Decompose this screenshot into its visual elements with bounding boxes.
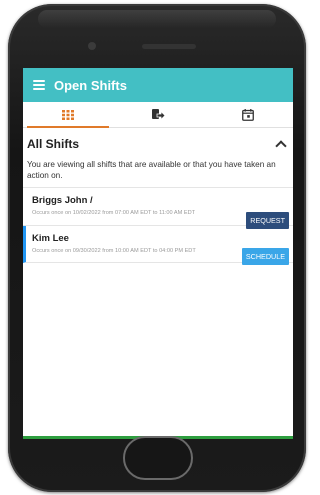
tab-swap-shifts[interactable] xyxy=(113,102,203,127)
shift-employee-name: Briggs John / xyxy=(32,195,93,206)
shift-card[interactable]: Briggs John / Occurs once on 10/02/2022 … xyxy=(23,188,293,229)
shift-card[interactable]: Kim Lee Occurs once on 09/30/2022 from 1… xyxy=(23,225,293,265)
shift-description: Occurs once on 10/02/2022 from 07:00 AM … xyxy=(32,210,196,216)
app-bar: Open Shifts xyxy=(23,68,293,102)
home-button[interactable] xyxy=(123,436,193,480)
calendar-icon xyxy=(242,108,254,121)
shift-employee-name: Kim Lee xyxy=(32,232,69,244)
earpiece-speaker xyxy=(142,44,196,49)
active-tab-indicator xyxy=(27,126,109,128)
swap-shift-icon xyxy=(152,108,165,120)
tab-bar xyxy=(23,102,293,128)
section-title: All Shifts xyxy=(27,137,80,151)
chevron-up-icon[interactable] xyxy=(275,139,287,152)
schedule-button[interactable]: SCHEDULE xyxy=(241,247,289,265)
shift-description: Occurs once on 09/30/2022 from 10:00 AM … xyxy=(32,247,196,254)
front-camera xyxy=(88,42,96,50)
menu-icon[interactable] xyxy=(33,80,45,90)
page-title: Open Shifts xyxy=(54,77,127,93)
all-shifts-header[interactable]: All Shifts xyxy=(23,128,293,155)
app-screen: Open Shifts All Shifts You are viewing a… xyxy=(23,68,293,438)
tab-calendar[interactable] xyxy=(203,102,293,127)
tab-all-shifts[interactable] xyxy=(23,102,113,127)
info-text: You are viewing all shifts that are avai… xyxy=(23,155,293,188)
grid-icon xyxy=(62,109,74,120)
phone-glare xyxy=(38,10,276,28)
